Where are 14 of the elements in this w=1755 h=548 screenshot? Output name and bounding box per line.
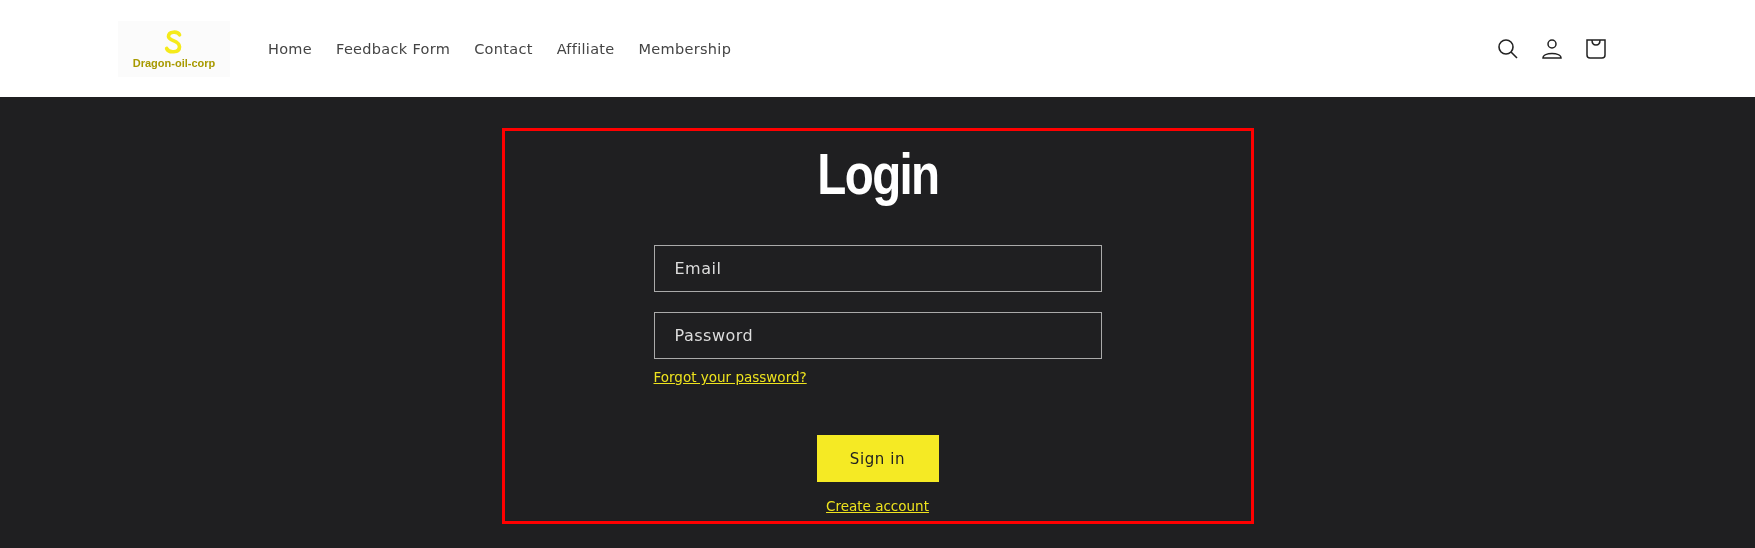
logo-text: Dragon-oil-corp — [132, 56, 216, 69]
forgot-password-link[interactable]: Forgot your password? — [653, 369, 807, 385]
nav-link[interactable]: Membership — [638, 40, 732, 57]
input-field[interactable]: Password — [653, 312, 1102, 359]
nav-link[interactable]: Affiliate — [556, 40, 615, 57]
nav-link[interactable]: Contact — [474, 40, 533, 57]
sign-in-button[interactable]: Sign in — [816, 435, 939, 482]
nav-link[interactable]: Feedback Form — [336, 40, 451, 57]
search-icon[interactable] — [1497, 37, 1519, 60]
input-field[interactable]: Email — [653, 245, 1102, 292]
nav-link[interactable]: Home — [268, 40, 313, 57]
bag-icon[interactable] — [1585, 37, 1607, 60]
create-account-link[interactable]: Create account — [826, 498, 929, 514]
person-icon[interactable] — [1541, 37, 1563, 60]
